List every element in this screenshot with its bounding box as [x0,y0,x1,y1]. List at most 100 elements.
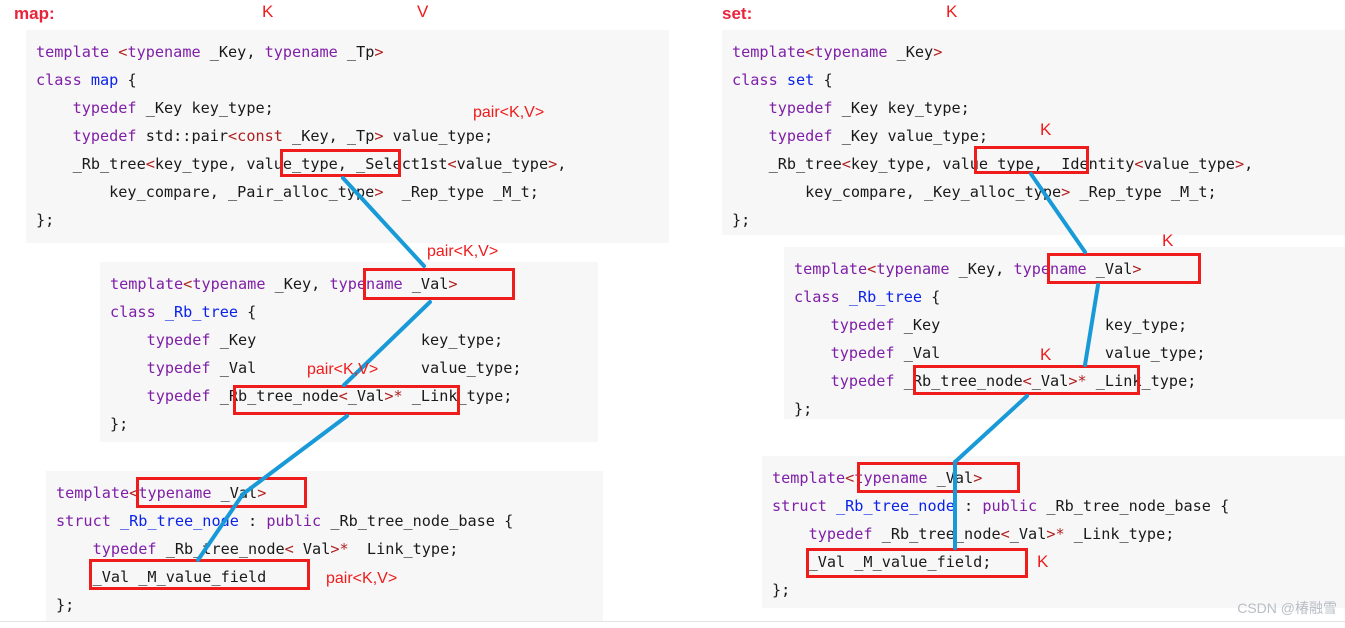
code-token: _Rb_tree_node [894,372,1023,390]
annotation-map-pair-value: pair<K,V> [473,104,545,121]
code-token: typename [814,43,888,61]
code-line: template<typename _Key, typename _Val> [794,255,1335,283]
code-line: _Rb_tree<key_type, value_type, _Select1s… [36,150,659,178]
code-token: , [1244,155,1254,173]
code-token: typedef [772,525,873,543]
code-token: <const [228,127,283,145]
annotation-map-k-key: K [262,2,274,21]
code-token: value_type [1143,155,1235,173]
code-token: { [238,303,257,321]
code-token: struct [772,497,837,515]
code-block-map-node: template<typename _Val> struct _Rb_tree_n… [46,471,603,623]
code-token: class [794,288,849,306]
code-token: typename [854,469,928,487]
code-line: _Rb_tree<key_type, value_type, _Identity… [732,150,1335,178]
code-token: < [447,155,457,173]
code-token: < [145,155,155,173]
code-line: }; [56,591,593,619]
code-token: _Val [347,387,385,405]
code-token: std::pair [136,127,229,145]
csdn-watermark: CSDN @椿融雪 [1237,600,1337,616]
code-token: >* [1046,525,1065,543]
code-token: _Val [1086,260,1133,278]
code-token: _Rb_tree_node [156,540,285,558]
code-token: typedef [794,344,895,362]
code-token: }; [732,211,751,229]
code-token: _Tp [337,43,375,61]
code-token: _Rb_tree_node [872,525,1001,543]
code-token: _Val _M_value_field [56,568,267,586]
code-token: typename [138,484,212,502]
code-token: _Key, [265,275,330,293]
code-line: class map { [36,66,659,94]
code-token: { [922,288,941,306]
code-line: }; [110,410,588,438]
code-line: template<typename _Key, typename _Val> [110,270,588,298]
code-token: public [982,497,1038,515]
code-token: Link_type; [348,540,459,558]
code-token: _Rb_tree [164,303,239,321]
code-token: _Key value_type; [832,127,989,145]
code-token: _Val _M_value_field; [772,553,992,571]
code-token: typename [876,260,950,278]
code-token: > [548,155,558,173]
code-token: >* [384,387,403,405]
code-line: }; [732,206,1335,234]
code-token: template [36,43,119,61]
code-block-set-rbtree: template<typename _Key, typename _Val>cl… [784,247,1345,419]
code-token: }; [110,415,129,433]
code-token: template [794,260,868,278]
code-line: typedef _Key key_type; [732,94,1335,122]
code-line: template<typename _Key> [732,38,1335,66]
code-token: _Rb_tree_node [120,512,239,530]
code-line: class _Rb_tree { [110,298,588,326]
code-token: _Rep_type _M_t; [383,183,539,201]
code-token: < [183,275,193,293]
annotation-set-k-field: K [1037,552,1049,571]
code-token: _Rep_type _M_t; [1070,183,1217,201]
code-token: _Key [887,43,934,61]
code-line: typedef _Val value_type; [794,339,1335,367]
code-token: , [557,155,567,173]
code-token: key_type, value_type, _Identity [850,155,1135,173]
code-token: < [129,484,139,502]
code-token: _Rb_tree_node_base { [321,512,514,530]
code-token: typedef [36,99,137,117]
code-token: template [732,43,806,61]
code-token: typename [264,43,338,61]
code-token: > [374,43,384,61]
code-token: public [266,512,322,530]
code-token: key_compare, _Pair_alloc_type [36,183,375,201]
code-token: typedef [110,331,211,349]
code-token: < [1022,372,1032,390]
code-token: typedef [732,127,833,145]
code-token: typedef [110,387,211,405]
code-token: typename [127,43,201,61]
code-token: typedef [794,316,895,334]
code-block-map-container: template <typename _Key, typename _Tp> cl… [26,30,669,243]
code-token: }; [772,581,791,599]
code-token: template [56,484,130,502]
code-token: class [732,71,787,89]
code-line: }; [36,206,659,234]
code-token: key_compare, _Key_alloc_type [732,183,1062,201]
code-token: typedef [732,99,833,117]
annotation-set-k-valuetype: K [1040,120,1052,139]
code-token: _Key, _Tp [282,127,375,145]
code-token: class [110,303,165,321]
code-token: _Val [402,275,449,293]
code-token: template [772,469,846,487]
code-token: _Val [211,484,258,502]
code-line: key_compare, _Key_alloc_type> _Rep_type … [732,178,1335,206]
code-line: template <typename _Key, typename _Tp> [36,38,659,66]
code-line: typedef _Rb_tree_node<_Val>* _Link_type; [110,382,588,410]
code-token: _Rb_tree [36,155,146,173]
code-token: }; [794,400,813,418]
code-token: < [805,43,815,61]
code-token: { [118,71,137,89]
code-token: < [1000,525,1010,543]
code-token: typedef [56,540,157,558]
annotation-map-pair-val-tpl: pair<K,V> [427,243,499,260]
code-token: Val [293,540,331,558]
code-token: typename [192,275,266,293]
